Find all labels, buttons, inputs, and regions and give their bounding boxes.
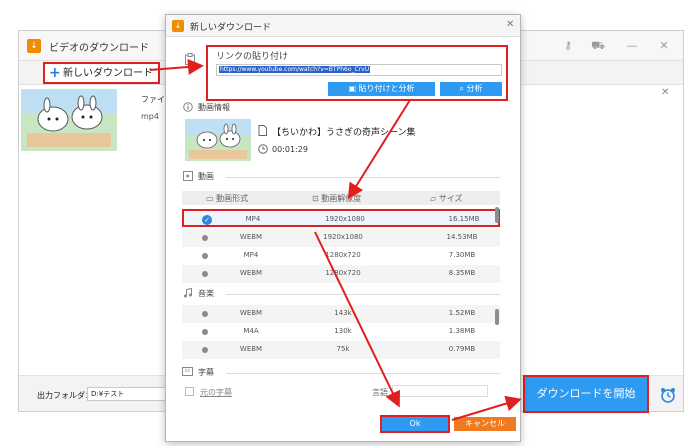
video-row-4[interactable]: WEBM 1280x720 8.35MB <box>182 265 500 283</box>
row-size: 7.30MB <box>448 251 476 259</box>
audio-row-1[interactable]: WEBM 143k 1.52MB <box>182 305 500 323</box>
music-note-icon <box>184 288 192 298</box>
format-column-header: ▭ 動画形式 <box>206 193 248 204</box>
dialog-titlebar: ↓ 新しいダウンロード ✕ <box>166 15 520 37</box>
row-format: MP4 <box>245 215 261 223</box>
cart-icon[interactable]: ⛟ <box>589 37 607 55</box>
clock-icon <box>258 144 268 154</box>
row-format: MP4 <box>243 251 259 259</box>
subtitle-icon: cc <box>182 367 193 376</box>
row-bitrate: 143k <box>334 309 352 317</box>
info-icon <box>183 102 193 112</box>
row-resolution: 1280x720 <box>325 269 361 277</box>
radio-dot-icon <box>202 329 208 335</box>
row-resolution: 1920x1080 <box>325 215 365 223</box>
folder-icon: ▱ <box>430 194 439 203</box>
original-subtitle-label: 元の字幕 <box>200 388 232 397</box>
key-icon[interactable]: ⚷ <box>559 37 577 55</box>
audio-row-3[interactable]: WEBM 75k 0.79MB <box>182 341 500 359</box>
cancel-button[interactable]: キャンセル <box>454 417 516 431</box>
item-remove-icon[interactable]: ✕ <box>661 87 669 98</box>
row-size: 16.15MB <box>448 215 480 223</box>
alarm-clock-icon[interactable] <box>659 386 677 404</box>
download-app-icon: ↓ <box>27 39 41 53</box>
close-button[interactable]: ✕ <box>655 37 673 55</box>
language-label: 言語 <box>372 388 388 397</box>
divider <box>226 177 500 178</box>
plus-icon: + <box>49 65 61 81</box>
row-resolution: 1920x1080 <box>323 233 363 241</box>
row-size: 1.52MB <box>448 309 476 317</box>
radio-dot-icon <box>202 271 208 277</box>
selected-check-icon: ✓ <box>202 215 212 225</box>
radio-dot-icon <box>202 311 208 317</box>
audio-list-scrollbar[interactable] <box>495 309 499 325</box>
paste-link-section: リンクの貼り付け https://www.youtube.com/watch?v… <box>206 45 508 101</box>
dialog-title: 新しいダウンロード <box>190 23 272 33</box>
video-thumbnail <box>185 119 251 161</box>
paste-and-analyze-label: 貼り付けと分析 <box>358 84 415 93</box>
size-column-header: ▱ サイズ <box>430 193 462 204</box>
minimize-button[interactable]: — <box>623 37 641 55</box>
radio-dot-icon <box>202 235 208 241</box>
row-size: 1.38MB <box>448 327 476 335</box>
dialog-close-icon[interactable]: ✕ <box>506 19 514 30</box>
row-size: 8.35MB <box>448 269 476 277</box>
video-duration: 00:01:29 <box>272 145 308 154</box>
row-format: WEBM <box>239 309 263 317</box>
paste-link-label: リンクの貼り付け <box>216 52 289 62</box>
search-icon: ⌕ <box>459 84 467 93</box>
divider <box>226 373 500 374</box>
new-download-dialog: ↓ 新しいダウンロード ✕ リンクの貼り付け https://www.youtu… <box>165 14 521 442</box>
video-section-label: 動画 <box>198 172 214 181</box>
row-resolution: 1280x720 <box>325 251 361 259</box>
ok-button[interactable]: Ok <box>380 415 450 433</box>
resolution-column-header: ⊡ 動画解像度 <box>312 193 361 204</box>
new-download-label: 新しいダウンロード <box>63 68 153 79</box>
video-info-label: 動画情報 <box>198 103 230 112</box>
original-subtitle-checkbox[interactable] <box>185 387 194 396</box>
format-column-label: 動画形式 <box>216 194 249 203</box>
clipboard-icon <box>185 53 195 65</box>
row-format: M4A <box>243 327 259 335</box>
document-icon <box>258 125 267 136</box>
language-select[interactable] <box>392 385 488 397</box>
row-size: 0.79MB <box>448 345 476 353</box>
row-format: WEBM <box>239 233 263 241</box>
clipboard-icon: ▣ <box>348 84 359 93</box>
url-value: https://www.youtube.com/watch?v=BTPh6o_C… <box>219 66 371 73</box>
row-bitrate: 130k <box>334 327 352 335</box>
paste-and-analyze-button[interactable]: ▣ 貼り付けと分析 <box>328 82 435 96</box>
resolution-icon: ⊡ <box>312 194 322 203</box>
video-row-2[interactable]: WEBM 1920x1080 14.53MB <box>182 229 500 247</box>
row-size: 14.53MB <box>446 233 478 241</box>
row-format: WEBM <box>239 345 263 353</box>
video-row-1[interactable]: ✓ MP4 1920x1080 16.15MB <box>182 209 500 227</box>
video-row-3[interactable]: MP4 1280x720 7.30MB <box>182 247 500 265</box>
video-title: 【ちいかわ】うさぎの奇声シーン集 <box>272 128 416 138</box>
main-window-title: ビデオのダウンロード <box>49 43 149 54</box>
row-format: WEBM <box>239 269 263 277</box>
audio-section-label: 音楽 <box>198 289 214 298</box>
video-list-scrollbar[interactable] <box>495 207 499 223</box>
item-thumbnail <box>21 89 117 151</box>
size-column-label: サイズ <box>438 194 463 203</box>
download-app-icon: ↓ <box>172 20 184 32</box>
video-section-icon <box>183 171 193 181</box>
row-bitrate: 75k <box>336 345 350 353</box>
url-input[interactable]: https://www.youtube.com/watch?v=BTPh6o_C… <box>216 64 502 76</box>
analyze-label: 分析 <box>466 84 483 93</box>
radio-dot-icon <box>202 347 208 353</box>
item-format-label: mp4 <box>141 112 159 121</box>
audio-row-2[interactable]: M4A 130k 1.38MB <box>182 323 500 341</box>
output-folder-label: 出力フォルダ： <box>37 391 93 400</box>
subtitle-section-label: 字幕 <box>198 368 214 377</box>
new-download-button[interactable]: + 新しいダウンロード <box>43 62 160 84</box>
divider <box>226 294 500 295</box>
start-download-button[interactable]: ダウンロードを開始 <box>523 375 649 413</box>
resolution-column-label: 動画解像度 <box>321 194 362 203</box>
film-icon: ▭ <box>206 194 217 203</box>
analyze-button[interactable]: ⌕ 分析 <box>440 82 502 96</box>
radio-dot-icon <box>202 253 208 259</box>
